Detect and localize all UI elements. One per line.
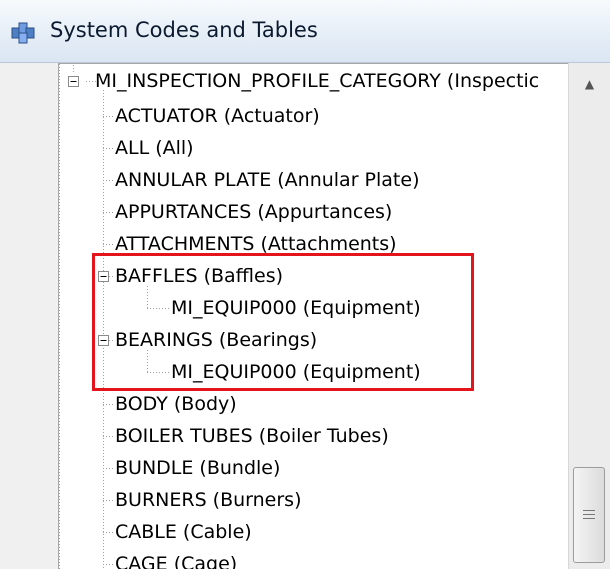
tree-item[interactable]: CAGE (Cage) [115, 548, 237, 569]
tree-item[interactable]: ACTUATOR (Actuator) [115, 100, 320, 132]
scroll-thumb[interactable] [573, 467, 605, 563]
tree-item[interactable]: CABLE (Cable) [115, 516, 252, 548]
tree-item[interactable]: BOILER TUBES (Boiler Tubes) [115, 420, 389, 452]
tree-item[interactable]: ANNULAR PLATE (Annular Plate) [115, 164, 419, 196]
highlight-box [92, 253, 474, 391]
left-panel [0, 63, 58, 569]
tree-item[interactable]: ALL (All) [115, 132, 194, 164]
tree-item[interactable]: BODY (Body) [115, 388, 237, 420]
collapse-icon[interactable] [68, 76, 79, 87]
vertical-scrollbar[interactable]: ▲ [568, 63, 610, 569]
scroll-up-icon[interactable]: ▲ [569, 63, 610, 105]
tree-item[interactable]: BUNDLE (Bundle) [115, 452, 280, 484]
database-tables-icon [11, 22, 35, 44]
tree-root-label[interactable]: MI_INSPECTION_PROFILE_CATEGORY (Inspecti… [95, 65, 539, 97]
grip-line [583, 514, 595, 515]
title-bar: System Codes and Tables [0, 0, 610, 63]
window-title: System Codes and Tables [50, 18, 318, 42]
grip-line [583, 518, 595, 519]
tree-item[interactable]: APPURTANCES (Appurtances) [115, 196, 392, 228]
tree-item[interactable]: BURNERS (Burners) [115, 484, 301, 516]
grip-line [583, 510, 595, 511]
